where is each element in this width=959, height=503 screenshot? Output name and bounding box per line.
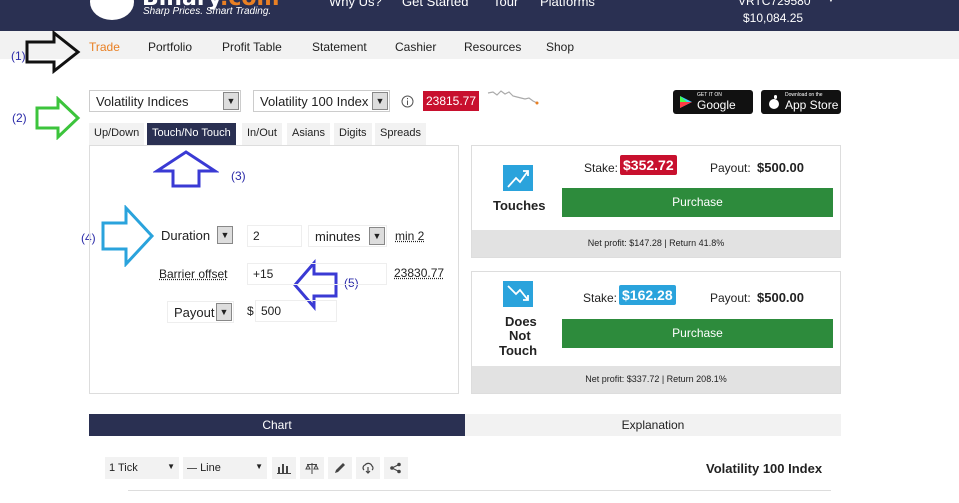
annotation-arrow-2: [35, 96, 81, 140]
app-store-badge[interactable]: Download on the App Store: [761, 90, 841, 114]
comparison-button[interactable]: [300, 457, 324, 479]
barrier-label: Barrier offset: [159, 267, 228, 281]
share-icon: [390, 462, 401, 474]
google-play-label: Google Play: [697, 98, 736, 126]
menu-resources[interactable]: Resources: [464, 40, 521, 54]
underlying-value: Volatility 100 Index: [260, 94, 369, 109]
account-id[interactable]: VRTC729580: [738, 0, 811, 8]
barrier-input[interactable]: +15: [247, 263, 387, 285]
caret-down-icon: ▼: [255, 462, 263, 471]
cloud-download-icon: [362, 462, 374, 474]
menu-statement[interactable]: Statement: [312, 40, 367, 54]
menu-shop[interactable]: Shop: [546, 40, 574, 54]
apple-icon: [769, 95, 779, 109]
google-play-badge[interactable]: GET IT ON Google Play: [673, 90, 753, 126]
no-touch-purchase-button[interactable]: Purchase: [562, 319, 833, 348]
no-touch-label-3: Touch: [499, 343, 538, 358]
chevron-down-icon: ▼: [372, 92, 388, 110]
touch-payout-label: Payout:: [710, 161, 751, 175]
nav-get-started[interactable]: Get Started: [402, 0, 468, 9]
duration-label: Duration: [161, 228, 211, 243]
duration-input[interactable]: 2: [247, 225, 302, 247]
payout-type-value: Payout: [174, 305, 215, 320]
currency-symbol: $: [247, 304, 254, 318]
no-touch-payout-label: Payout:: [710, 291, 751, 305]
caret-down-icon: ▼: [167, 462, 175, 471]
touch-purchase-button[interactable]: Purchase: [562, 188, 833, 217]
menu-portfolio[interactable]: Portfolio: [148, 40, 192, 54]
tab-up-down[interactable]: Up/Down: [89, 123, 145, 145]
annotation-arrow-1: [25, 30, 81, 74]
chevron-down-icon: ▼: [223, 92, 239, 110]
tab-in-out[interactable]: In/Out: [242, 123, 282, 145]
no-touch-stake-label: Stake:: [583, 291, 618, 305]
payout-input[interactable]: 500: [255, 300, 337, 322]
menu-profit-table[interactable]: Profit Table: [222, 40, 282, 54]
line-icon: [187, 467, 197, 469]
pencil-icon: [335, 463, 345, 473]
tab-spreads[interactable]: Spreads: [375, 123, 426, 145]
no-touch-payout-value: $500.00: [757, 290, 804, 305]
chart-symbol-title: Volatility 100 Index: [706, 461, 823, 476]
no-touch-label-2: Not: [509, 328, 531, 343]
indicators-button[interactable]: [272, 457, 296, 479]
touch-net-profit: Net profit: $147.28 | Return 41.8%: [472, 230, 840, 257]
touch-stake-label: Stake:: [584, 161, 619, 175]
chevron-down-icon: ▼: [369, 227, 385, 245]
duration-unit-select[interactable]: minutes ▼: [308, 225, 387, 247]
duration-min: min 2: [395, 229, 425, 243]
info-icon[interactable]: [401, 95, 414, 108]
duration-select[interactable]: Duration ▼: [155, 225, 234, 247]
no-touch-net-profit: Net profit: $337.72 | Return 208.1%: [472, 366, 840, 393]
bar-chart-icon: [277, 464, 291, 474]
download-button[interactable]: [356, 457, 380, 479]
sparkline: [487, 90, 539, 105]
touch-stake-value: $352.72: [620, 155, 677, 175]
annotation-2: (2): [12, 111, 27, 125]
drawing-button[interactable]: [328, 457, 352, 479]
app-store-label: App Store: [785, 98, 839, 112]
interval-value: 1 Tick: [109, 462, 138, 474]
tab-explanation[interactable]: Explanation: [465, 414, 841, 436]
interval-select[interactable]: 1 Tick ▼: [105, 457, 179, 479]
tagline: Sharp Prices. Smart Trading.: [143, 6, 272, 17]
touch-payout-value: $500.00: [757, 160, 804, 175]
chevron-down-icon: ▼: [217, 226, 233, 244]
share-button[interactable]: [384, 457, 408, 479]
no-touch-icon: [503, 281, 533, 307]
barrier-absolute: 23830.77: [394, 266, 445, 280]
scale-icon: [305, 463, 319, 474]
chart-type-value: Line: [200, 462, 221, 474]
tab-asians[interactable]: Asians: [287, 123, 331, 145]
google-play-icon: [680, 96, 692, 108]
top-header: Binary.com Sharp Prices. Smart Trading. …: [0, 0, 959, 31]
market-category-select[interactable]: Volatility Indices ▼: [89, 90, 241, 112]
underlying-select[interactable]: Volatility 100 Index ▼: [253, 90, 390, 112]
no-touch-stake-value: $162.28: [619, 285, 676, 305]
chart-type-select[interactable]: Line ▼: [183, 457, 267, 479]
nav-tour[interactable]: Tour: [493, 0, 518, 9]
duration-unit-value: minutes: [315, 229, 361, 244]
chevron-down-icon[interactable]: ▼: [826, 0, 836, 5]
spot-price: 23815.77: [423, 91, 479, 111]
account-balance: $10,084.25: [743, 11, 804, 25]
payout-type-select[interactable]: Payout ▼: [167, 301, 234, 323]
nav-why-us[interactable]: Why Us?: [329, 0, 382, 9]
market-category-value: Volatility Indices: [96, 94, 189, 109]
menu-cashier[interactable]: Cashier: [395, 40, 436, 54]
touches-icon: [503, 165, 533, 191]
nav-platforms[interactable]: Platforms: [540, 0, 595, 9]
menu-trade[interactable]: Trade: [89, 40, 120, 54]
tab-chart[interactable]: Chart: [89, 414, 465, 436]
tab-touch-no-touch[interactable]: Touch/No Touch: [147, 123, 236, 145]
tab-digits[interactable]: Digits: [334, 123, 372, 145]
chevron-down-icon: ▼: [216, 303, 232, 321]
chart-divider: [128, 490, 831, 491]
no-touch-label-1: Does: [505, 314, 537, 329]
logo[interactable]: [90, 0, 134, 20]
touches-label: Touches: [493, 198, 546, 213]
